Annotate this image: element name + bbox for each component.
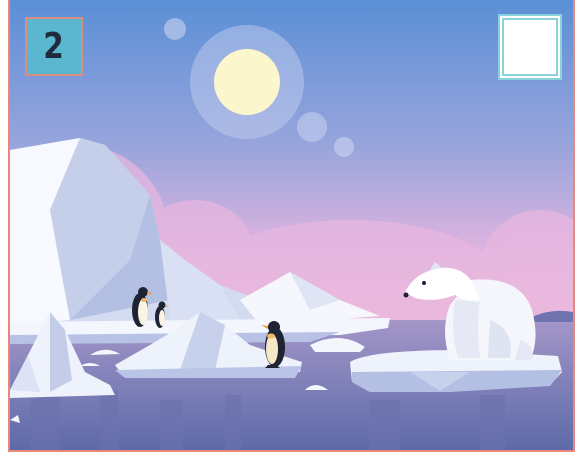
level-number-text: 2 — [43, 25, 65, 67]
level-number-badge: 2 — [25, 17, 83, 76]
arctic-scene — [10, 0, 573, 450]
game-stage: 2 — [8, 0, 575, 452]
answer-input-box[interactable] — [498, 14, 562, 80]
